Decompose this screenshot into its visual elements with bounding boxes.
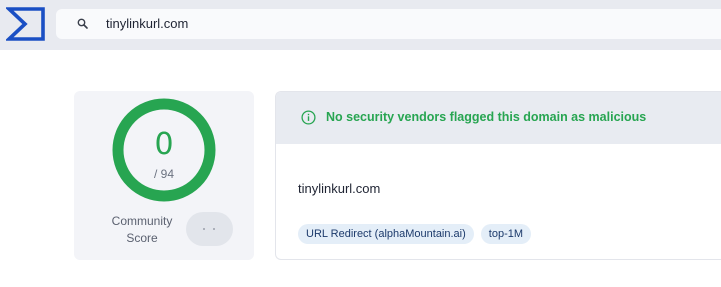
vote-dot-icon <box>203 228 205 230</box>
search-input[interactable] <box>106 9 666 39</box>
domain-name: tinylinkurl.com <box>298 181 381 196</box>
virustotal-logo[interactable] <box>6 6 46 42</box>
verdict-banner: No security vendors flagged this domain … <box>276 92 721 144</box>
community-score-vote[interactable] <box>186 212 233 246</box>
community-score-label: Community Score <box>111 214 173 245</box>
detection-total: / 94 <box>153 167 174 181</box>
detection-count: 0 <box>154 127 174 162</box>
domain-detail-card: No security vendors flagged this domain … <box>275 91 721 260</box>
top-bar <box>0 0 721 50</box>
detection-score-card: 0 / 94 Community Score <box>74 91 254 260</box>
info-circle-icon <box>301 110 316 125</box>
vote-dot-icon <box>213 228 215 230</box>
tag-list: URL Redirect (alphaMountain.ai) top-1M <box>298 224 532 244</box>
tag-top-1m[interactable]: top-1M <box>480 224 532 244</box>
search-icon[interactable] <box>76 17 90 31</box>
search-bar[interactable] <box>56 9 721 39</box>
tag-url-redirect[interactable]: URL Redirect (alphaMountain.ai) <box>298 224 474 244</box>
verdict-text: No security vendors flagged this domain … <box>326 110 647 124</box>
